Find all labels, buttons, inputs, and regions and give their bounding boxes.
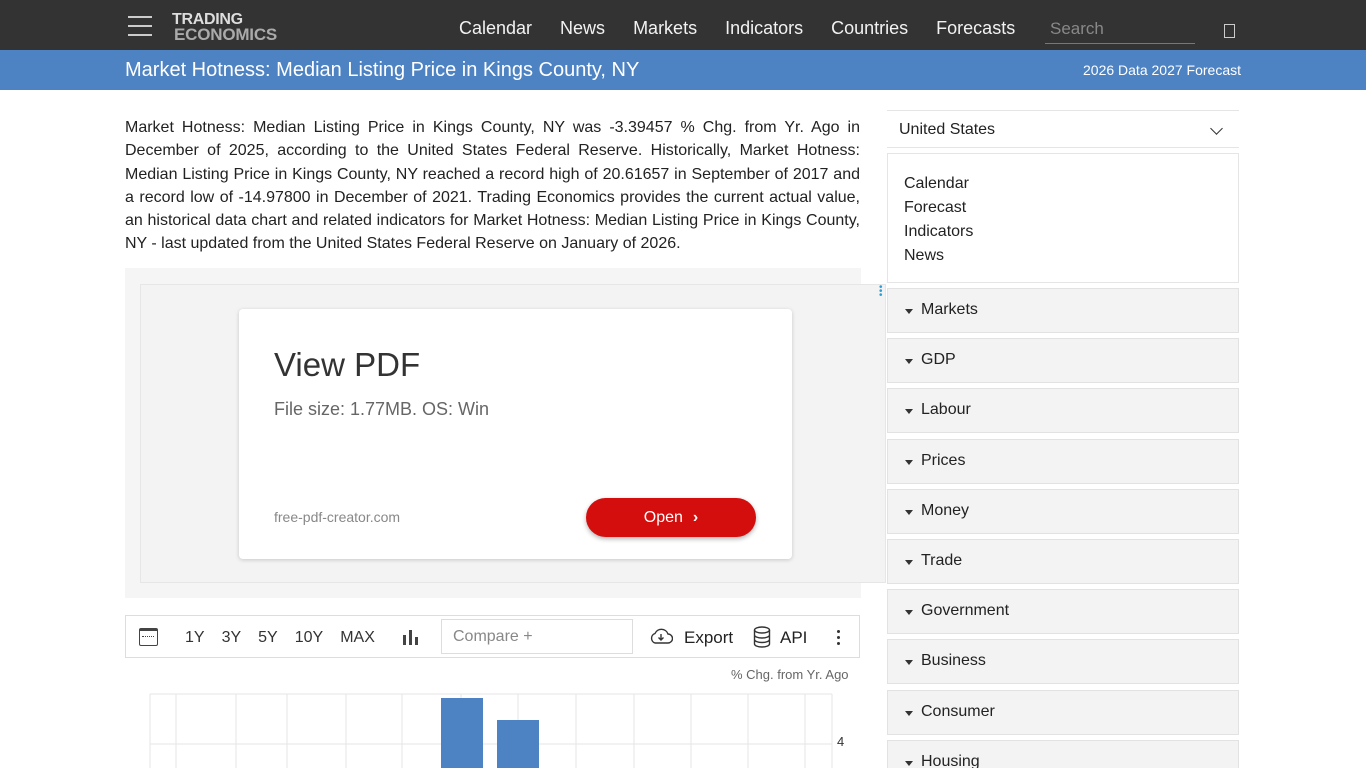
sidebar-link-forecast[interactable]: Forecast bbox=[904, 196, 1238, 220]
sidebar-section-business[interactable]: Business bbox=[887, 639, 1239, 684]
sidebar-section-labour[interactable]: Labour bbox=[887, 388, 1239, 433]
nav-news[interactable]: News bbox=[560, 18, 605, 38]
range-max[interactable]: MAX bbox=[340, 629, 375, 647]
ad-card[interactable]: View PDF File size: 1.77MB. OS: Win free… bbox=[239, 309, 792, 559]
menu-icon[interactable] bbox=[128, 16, 152, 36]
sidebar-link-calendar[interactable]: Calendar bbox=[904, 172, 1238, 196]
range-1y[interactable]: 1Y bbox=[185, 629, 205, 647]
ad-options-icon[interactable]: • • • bbox=[879, 283, 883, 301]
search-input[interactable] bbox=[1045, 14, 1195, 44]
chart-type-icon[interactable] bbox=[403, 630, 419, 645]
sidebar-section-consumer[interactable]: Consumer bbox=[887, 690, 1239, 735]
more-options-icon[interactable] bbox=[837, 630, 841, 646]
country-selector-label: United States bbox=[899, 121, 996, 138]
sidebar-section-markets[interactable]: Markets bbox=[887, 288, 1239, 333]
range-3y[interactable]: 3Y bbox=[222, 629, 242, 647]
sidebar-section-housing[interactable]: Housing bbox=[887, 740, 1239, 768]
page-icon[interactable] bbox=[1224, 24, 1235, 38]
nav-markets[interactable]: Markets bbox=[633, 18, 697, 38]
chart-bar bbox=[441, 698, 483, 768]
logo-line-2: ECONOMICS bbox=[174, 25, 278, 44]
chart-toolbar: 1Y 3Y 5Y 10Y MAX Export API bbox=[125, 615, 860, 658]
title-bar: Market Hotness: Median Listing Price in … bbox=[0, 50, 1366, 90]
export-button[interactable]: Export bbox=[684, 628, 733, 648]
ad-domain: free-pdf-creator.com bbox=[274, 509, 401, 525]
country-links: Calendar Forecast Indicators News bbox=[887, 153, 1239, 283]
sidebar-section-money[interactable]: Money bbox=[887, 489, 1239, 534]
logo[interactable]: TRADING ECONOMICS bbox=[172, 12, 278, 44]
chart-y-tick-label: 4 bbox=[837, 734, 844, 749]
chevron-right-icon: › bbox=[692, 508, 699, 526]
cloud-download-icon[interactable] bbox=[649, 628, 673, 644]
ad-subtitle: File size: 1.77MB. OS: Win bbox=[274, 399, 490, 419]
chart-unit-label: % Chg. from Yr. Ago bbox=[731, 667, 849, 682]
range-5y[interactable]: 5Y bbox=[258, 629, 278, 647]
nav-calendar[interactable]: Calendar bbox=[459, 18, 532, 38]
main-nav: Calendar News Markets Indicators Countri… bbox=[459, 18, 1043, 38]
indicator-description: Market Hotness: Median Listing Price in … bbox=[125, 119, 860, 253]
chart-bar bbox=[497, 720, 539, 768]
ad-open-button[interactable]: Open › bbox=[586, 498, 756, 537]
sidebar-section-gdp[interactable]: GDP bbox=[887, 338, 1239, 383]
country-selector[interactable]: United States bbox=[887, 110, 1239, 148]
compare-input[interactable] bbox=[441, 619, 633, 654]
ad-open-label: Open bbox=[643, 508, 683, 526]
sidebar-section-trade[interactable]: Trade bbox=[887, 539, 1239, 584]
nav-indicators[interactable]: Indicators bbox=[725, 18, 803, 38]
sidebar-link-news[interactable]: News bbox=[904, 244, 1238, 268]
sidebar-section-government[interactable]: Government bbox=[887, 589, 1239, 634]
chevron-down-icon bbox=[1210, 122, 1223, 135]
nav-countries[interactable]: Countries bbox=[831, 18, 908, 38]
nav-forecasts[interactable]: Forecasts bbox=[936, 18, 1015, 38]
sidebar-section-prices[interactable]: Prices bbox=[887, 439, 1239, 484]
sidebar-link-indicators[interactable]: Indicators bbox=[904, 220, 1238, 244]
range-selector: 1Y 3Y 5Y 10Y MAX bbox=[185, 629, 392, 647]
top-navbar: TRADING ECONOMICS Calendar News Markets … bbox=[0, 0, 1366, 50]
chart-plot: 4 bbox=[149, 693, 844, 768]
ad-title: View PDF bbox=[274, 346, 421, 383]
page-title: Market Hotness: Median Listing Price in … bbox=[125, 59, 640, 81]
range-10y[interactable]: 10Y bbox=[295, 629, 323, 647]
api-button[interactable]: API bbox=[780, 628, 807, 648]
database-icon[interactable] bbox=[753, 626, 771, 648]
forecast-link[interactable]: 2026 Data 2027 Forecast bbox=[1083, 62, 1241, 78]
calendar-icon[interactable] bbox=[139, 628, 158, 646]
